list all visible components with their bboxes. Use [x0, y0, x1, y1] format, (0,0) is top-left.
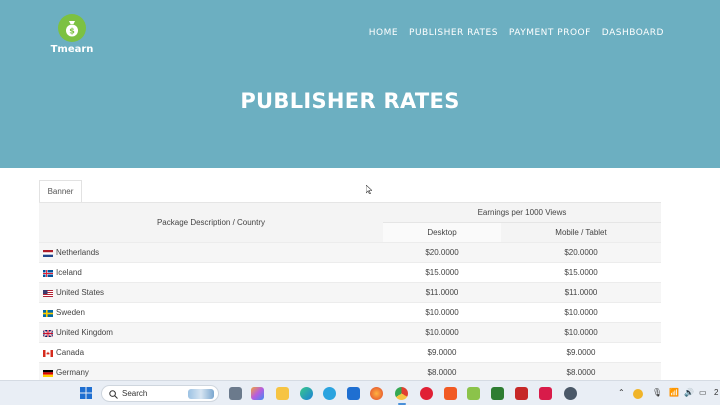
app-icon-generic[interactable]	[515, 387, 528, 400]
table-body: Netherlands $20.0000 $20.0000 Iceland $1…	[39, 242, 661, 382]
windows-start-icon[interactable]	[80, 387, 92, 399]
app-icon-generic[interactable]	[467, 387, 480, 400]
country-name: Sweden	[56, 308, 85, 317]
opera-icon[interactable]	[420, 387, 433, 400]
desktop-rate: $10.0000	[425, 308, 459, 317]
svg-text:$: $	[69, 27, 75, 36]
volume-icon[interactable]: 🔊	[684, 388, 694, 397]
file-explorer-icon[interactable]	[276, 387, 289, 400]
firefox-icon[interactable]	[370, 387, 383, 400]
mobile-rate: $11.0000	[564, 288, 598, 297]
money-bag-icon: $	[58, 14, 86, 42]
site-logo[interactable]: $ Tmearn	[50, 14, 94, 55]
app-icon-generic[interactable]	[491, 387, 504, 400]
copilot-icon[interactable]	[251, 387, 264, 400]
nav-publisher-rates[interactable]: PUBLISHER RATES	[409, 28, 498, 38]
header-description: Package Description / Country	[156, 218, 266, 227]
table-row: United Kingdom $10.0000 $10.0000	[39, 322, 661, 342]
country-name: Netherlands	[56, 248, 100, 257]
desktop-rate: $9.0000	[427, 348, 457, 357]
telegram-icon[interactable]	[323, 387, 336, 400]
edge-browser-icon[interactable]	[300, 387, 313, 400]
brave-icon[interactable]	[444, 387, 457, 400]
table-row: Germany $8.0000 $8.0000	[39, 362, 661, 382]
search-placeholder: Search	[122, 389, 148, 398]
clock-partial[interactable]: 2	[714, 388, 718, 397]
table-header: Package Description / Country Earnings p…	[39, 202, 661, 243]
mobile-rate: $20.0000	[564, 248, 598, 257]
desktop-rate: $11.0000	[425, 288, 459, 297]
tray-app-icon[interactable]	[633, 389, 643, 399]
header-earnings: Earnings per 1000 Views	[383, 203, 661, 223]
table-row: Canada $9.0000 $9.0000	[39, 342, 661, 362]
task-view-icon[interactable]	[229, 387, 242, 400]
united-states-flag-icon	[43, 289, 53, 297]
canada-flag-icon	[43, 349, 53, 357]
nav-home[interactable]: HOME	[369, 28, 398, 38]
main-nav: HOME PUBLISHER RATES PAYMENT PROOF DASHB…	[369, 28, 664, 38]
sweden-flag-icon	[43, 309, 53, 317]
desktop-rate: $10.0000	[425, 328, 459, 337]
brand-name: Tmearn	[50, 44, 94, 55]
taskbar-search[interactable]: Search	[101, 385, 219, 402]
country-name: United Kingdom	[56, 328, 113, 337]
app-icon-generic[interactable]	[539, 387, 552, 400]
search-icon	[109, 390, 118, 399]
rates-table: Package Description / Country Earnings p…	[39, 202, 661, 382]
mobile-rate: $10.0000	[564, 308, 598, 317]
clock-app-icon[interactable]	[564, 387, 577, 400]
country-name: Iceland	[56, 268, 82, 277]
tab-banner[interactable]: Banner	[39, 180, 82, 202]
hero-banner: $ Tmearn HOME PUBLISHER RATES PAYMENT PR…	[0, 0, 720, 168]
mobile-rate: $15.0000	[564, 268, 598, 277]
wifi-icon[interactable]: 📶	[669, 388, 679, 397]
battery-icon[interactable]: ▭	[699, 388, 707, 397]
mouse-cursor-icon	[366, 185, 372, 194]
microphone-icon[interactable]: 🎙	[652, 388, 662, 397]
tray-chevron-icon[interactable]: ⌃	[618, 388, 625, 397]
table-row: Netherlands $20.0000 $20.0000	[39, 242, 661, 262]
header-desktop: Desktop	[383, 223, 501, 243]
mail-icon[interactable]	[347, 387, 360, 400]
netherlands-flag-icon	[43, 249, 53, 257]
country-name: Canada	[56, 348, 85, 357]
mobile-rate: $9.0000	[566, 348, 596, 357]
iceland-flag-icon	[43, 269, 53, 277]
germany-flag-icon	[43, 369, 53, 377]
chrome-icon[interactable]	[395, 387, 408, 400]
table-row: Sweden $10.0000 $10.0000	[39, 302, 661, 322]
page-title: PUBLISHER RATES	[240, 89, 460, 113]
header-mobile: Mobile / Tablet	[555, 228, 607, 237]
mobile-rate: $10.0000	[564, 328, 598, 337]
table-row: United States $11.0000 $11.0000	[39, 282, 661, 302]
country-name: United States	[56, 288, 105, 297]
united-kingdom-flag-icon	[43, 329, 53, 337]
windows-taskbar: Search ⌃ 🎙 📶 🔊 ▭ 2	[0, 380, 720, 405]
desktop-rate: $15.0000	[425, 268, 459, 277]
search-highlight-image	[188, 389, 214, 399]
nav-dashboard[interactable]: DASHBOARD	[602, 28, 664, 38]
table-row: Iceland $15.0000 $15.0000	[39, 262, 661, 282]
desktop-rate: $20.0000	[425, 248, 459, 257]
nav-payment-proof[interactable]: PAYMENT PROOF	[509, 28, 591, 38]
